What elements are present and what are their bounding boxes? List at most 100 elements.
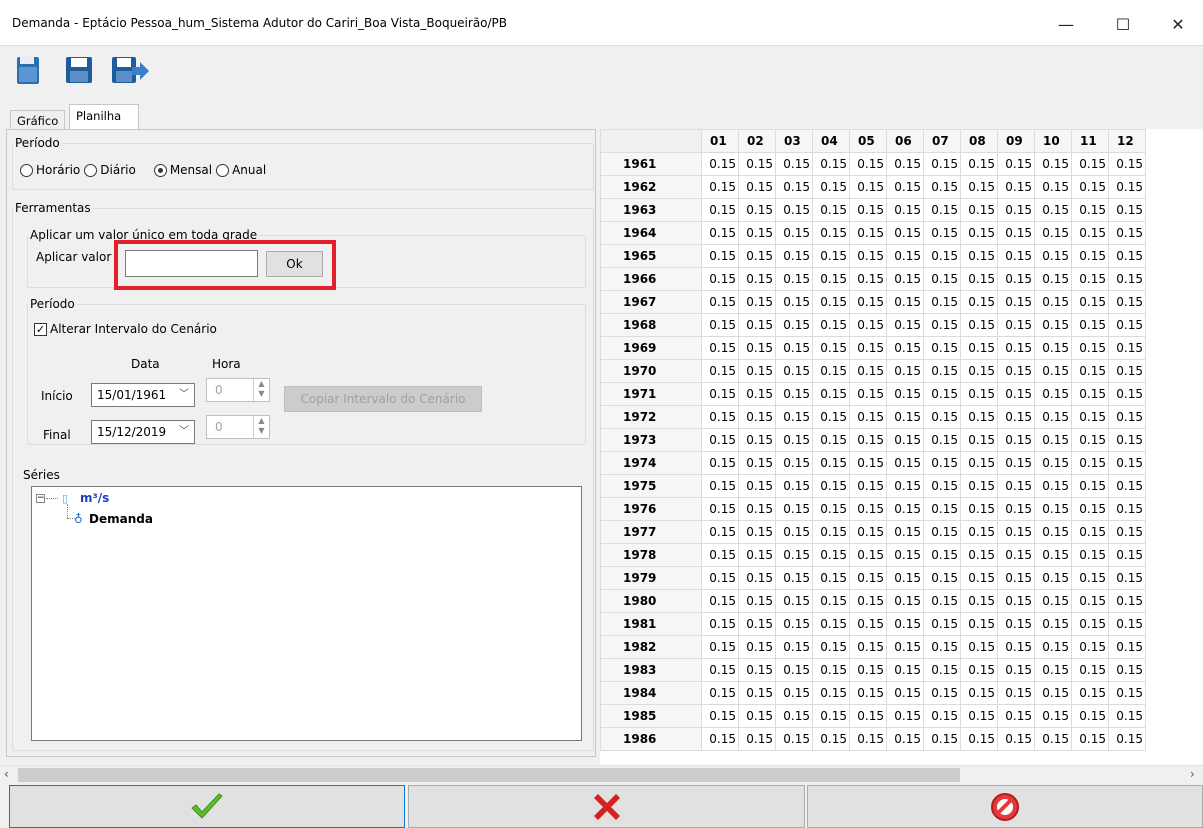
grid-cell[interactable]: 0.15 (1071, 543, 1109, 567)
grid-cell[interactable]: 0.15 (886, 543, 924, 567)
grid-cell[interactable]: 0.15 (812, 221, 850, 245)
grid-cell[interactable]: 0.15 (849, 290, 887, 314)
grid-cell[interactable]: 0.15 (738, 474, 776, 498)
grid-cell[interactable]: 0.15 (775, 635, 813, 659)
grid-cell[interactable]: 0.15 (775, 520, 813, 544)
grid-cell[interactable]: 0.15 (960, 267, 998, 291)
grid-cell[interactable]: 0.15 (1071, 175, 1109, 199)
year-header[interactable]: 1976 (600, 497, 702, 521)
grid-cell[interactable]: 0.15 (923, 681, 961, 705)
grid-cell[interactable]: 0.15 (1108, 474, 1146, 498)
month-header[interactable]: 11 (1071, 129, 1109, 153)
grid-cell[interactable]: 0.15 (960, 382, 998, 406)
grid-cell[interactable]: 0.15 (738, 589, 776, 613)
grid-cell[interactable]: 0.15 (849, 474, 887, 498)
grid-cell[interactable]: 0.15 (701, 497, 739, 521)
grid-cell[interactable]: 0.15 (1034, 221, 1072, 245)
final-hour-spinner[interactable]: 0 ▲ ▼ (206, 415, 270, 439)
grid-cell[interactable]: 0.15 (997, 566, 1035, 590)
grid-cell[interactable]: 0.15 (775, 336, 813, 360)
grid-cell[interactable]: 0.15 (1108, 382, 1146, 406)
grid-cell[interactable]: 0.15 (849, 497, 887, 521)
grid-cell[interactable]: 0.15 (775, 244, 813, 268)
year-header[interactable]: 1971 (600, 382, 702, 406)
grid-cell[interactable]: 0.15 (812, 290, 850, 314)
grid-cell[interactable]: 0.15 (738, 428, 776, 452)
grid-cell[interactable]: 0.15 (701, 359, 739, 383)
grid-cell[interactable]: 0.15 (775, 382, 813, 406)
grid-cell[interactable]: 0.15 (997, 152, 1035, 176)
grid-cell[interactable]: 0.15 (1034, 589, 1072, 613)
year-header[interactable]: 1969 (600, 336, 702, 360)
tree-child-label[interactable]: Demanda (89, 512, 153, 526)
grid-cell[interactable]: 0.15 (738, 359, 776, 383)
grid-cell[interactable]: 0.15 (886, 359, 924, 383)
grid-cell[interactable]: 0.15 (997, 681, 1035, 705)
year-header[interactable]: 1964 (600, 221, 702, 245)
grid-cell[interactable]: 0.15 (886, 382, 924, 406)
grid-cell[interactable]: 0.15 (812, 520, 850, 544)
grid-cell[interactable]: 0.15 (997, 405, 1035, 429)
inicio-date-picker[interactable]: 15/01/1961 ﹀ (91, 383, 195, 407)
grid-cell[interactable]: 0.15 (812, 566, 850, 590)
grid-cell[interactable]: 0.15 (1071, 589, 1109, 613)
month-header[interactable]: 09 (997, 129, 1035, 153)
grid-cell[interactable]: 0.15 (849, 612, 887, 636)
tab-grafico[interactable]: Gráfico (10, 110, 66, 130)
grid-cell[interactable]: 0.15 (775, 497, 813, 521)
year-header[interactable]: 1975 (600, 474, 702, 498)
grid-cell[interactable]: 0.15 (1071, 382, 1109, 406)
grid-cell[interactable]: 0.15 (738, 267, 776, 291)
grid-cell[interactable]: 0.15 (886, 566, 924, 590)
grid-cell[interactable]: 0.15 (997, 451, 1035, 475)
month-header[interactable]: 10 (1034, 129, 1072, 153)
grid-cell[interactable]: 0.15 (738, 727, 776, 751)
grid-cell[interactable]: 0.15 (812, 382, 850, 406)
grid-cell[interactable]: 0.15 (997, 267, 1035, 291)
grid-cell[interactable]: 0.15 (812, 497, 850, 521)
grid-cell[interactable]: 0.15 (701, 612, 739, 636)
grid-cell[interactable]: 0.15 (923, 566, 961, 590)
grid-cell[interactable]: 0.15 (1034, 451, 1072, 475)
grid-cell[interactable]: 0.15 (775, 727, 813, 751)
collapse-icon[interactable]: − (36, 494, 45, 503)
copy-interval-button[interactable]: Copiar Intervalo do Cenário (284, 386, 482, 412)
grid-cell[interactable]: 0.15 (960, 451, 998, 475)
tab-planilha[interactable]: Planilha (69, 104, 139, 130)
month-header[interactable]: 03 (775, 129, 813, 153)
grid-cell[interactable]: 0.15 (775, 198, 813, 222)
grid-cell[interactable]: 0.15 (997, 727, 1035, 751)
grid-cell[interactable]: 0.15 (849, 382, 887, 406)
grid-cell[interactable]: 0.15 (701, 589, 739, 613)
minimize-button[interactable]: — (1043, 8, 1089, 40)
open-file-icon[interactable] (12, 53, 46, 87)
grid-cell[interactable]: 0.15 (701, 267, 739, 291)
grid-cell[interactable]: 0.15 (775, 566, 813, 590)
month-header[interactable]: 07 (923, 129, 961, 153)
grid-cell[interactable]: 0.15 (923, 221, 961, 245)
grid-cell[interactable]: 0.15 (1034, 520, 1072, 544)
grid-cell[interactable]: 0.15 (812, 612, 850, 636)
grid-cell[interactable]: 0.15 (812, 359, 850, 383)
year-header[interactable]: 1982 (600, 635, 702, 659)
grid-cell[interactable]: 0.15 (1034, 566, 1072, 590)
grid-cell[interactable]: 0.15 (849, 520, 887, 544)
grid-cell[interactable]: 0.15 (701, 566, 739, 590)
grid-cell[interactable]: 0.15 (886, 267, 924, 291)
grid-cell[interactable]: 0.15 (701, 221, 739, 245)
year-header[interactable]: 1966 (600, 267, 702, 291)
grid-cell[interactable]: 0.15 (960, 198, 998, 222)
grid-cell[interactable]: 0.15 (849, 704, 887, 728)
grid-cell[interactable]: 0.15 (812, 198, 850, 222)
grid-cell[interactable]: 0.15 (960, 543, 998, 567)
grid-cell[interactable]: 0.15 (960, 336, 998, 360)
grid-cell[interactable]: 0.15 (1071, 451, 1109, 475)
grid-cell[interactable]: 0.15 (1034, 313, 1072, 337)
grid-cell[interactable]: 0.15 (886, 405, 924, 429)
cancel-button[interactable] (408, 785, 805, 828)
grid-cell[interactable]: 0.15 (886, 520, 924, 544)
month-header[interactable]: 01 (701, 129, 739, 153)
radio-anual[interactable]: Anual (216, 163, 266, 177)
scroll-thumb[interactable] (18, 768, 960, 782)
grid-cell[interactable]: 0.15 (1108, 681, 1146, 705)
